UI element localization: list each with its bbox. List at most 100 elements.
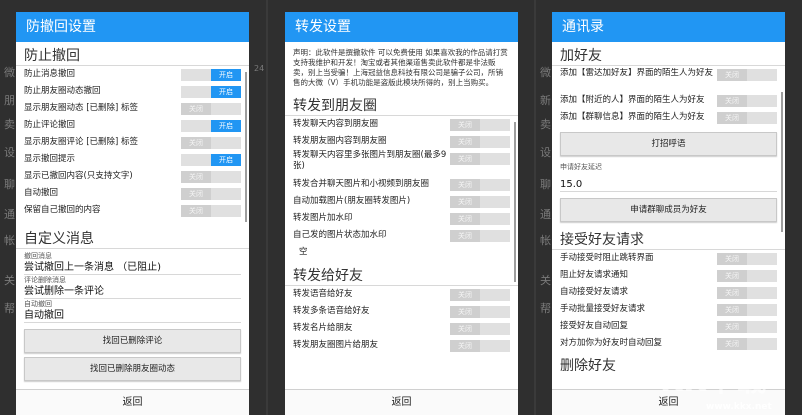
setting-toggle[interactable]: 开启 <box>181 69 241 81</box>
setting-toggle[interactable]: 关闭 <box>717 338 777 350</box>
setting-label: 手动接受时阻止跳转界面 <box>560 253 654 263</box>
toggle-state-text: 关闭 <box>450 119 480 131</box>
setting-row: 接受好友自动回复 关闭 <box>552 318 785 335</box>
setting-toggle[interactable]: 关闭 <box>717 304 777 316</box>
setting-label: 手动批量接受好友请求 <box>560 304 646 314</box>
setting-row: 转发多条语音给好友 关闭 <box>285 303 518 320</box>
setting-label: 防止消息撤回 <box>24 69 76 79</box>
setting-label: 显示已撤回内容(只支持文字) <box>24 171 133 181</box>
setting-label: 显示朋友圈评论 [已删除] 标签 <box>24 137 139 147</box>
setting-row: 转发朋友圈内容到朋友圈 关闭 <box>285 133 518 150</box>
setting-label: 转发合并聊天图片和小视频到朋友圈 <box>293 179 430 189</box>
setting-toggle[interactable]: 关闭 <box>181 171 241 183</box>
setting-label: 自动加载图片(朋友圈转发图片) <box>293 196 411 206</box>
setting-toggle[interactable]: 关闭 <box>181 205 241 217</box>
setting-toggle[interactable]: 关闭 <box>450 289 510 301</box>
setting-row: 添加【附近的人】界面的陌生人为好友 关闭 <box>552 92 785 109</box>
setting-row: 自动加载图片(朋友圈转发图片) 关闭 <box>285 193 518 210</box>
toggle-state-text: 关闭 <box>450 340 480 352</box>
field-label: 撤回消息 <box>24 252 52 260</box>
setting-row: 显示撤回提示 开启 <box>16 151 249 168</box>
toggle-state-text: 关闭 <box>450 179 480 191</box>
setting-toggle[interactable]: 关闭 <box>450 340 510 352</box>
setting-toggle[interactable]: 关闭 <box>450 213 510 225</box>
setting-toggle[interactable]: 关闭 <box>450 119 510 131</box>
setting-label: 自动接受好友请求 <box>560 287 629 297</box>
toggle-state-text: 关闭 <box>181 188 211 200</box>
setting-label: 转发图片加水印 <box>293 213 353 223</box>
bg-label: 微 <box>4 66 15 79</box>
request-group-members-button[interactable]: 申请群聊成员为好友 <box>560 198 777 222</box>
setting-toggle[interactable]: 关闭 <box>717 69 777 81</box>
recover-deleted-moments-button[interactable]: 找回已删除朋友圈动态 <box>24 357 241 381</box>
dialog-title: 通讯录 <box>552 12 785 42</box>
scrollbar[interactable] <box>514 122 516 282</box>
recover-deleted-comments-button[interactable]: 找回已删除评论 <box>24 329 241 353</box>
greeting-button[interactable]: 打招呼语 <box>560 132 777 156</box>
setting-row: 显示已撤回内容(只支持文字) 关闭 <box>16 168 249 185</box>
setting-toggle[interactable]: 开启 <box>181 86 241 98</box>
bg-label: 设 <box>4 146 15 159</box>
setting-row: 添加【雷达加好友】界面的陌生人为好友 关闭 <box>552 66 785 92</box>
toggle-state-text: 关闭 <box>450 289 480 301</box>
setting-toggle[interactable]: 关闭 <box>450 323 510 335</box>
bg-label: 卖 <box>540 118 551 131</box>
setting-row: 对方加你为好友时自动回复 关闭 <box>552 335 785 352</box>
setting-label: 添加【雷达加好友】界面的陌生人为好友 <box>560 68 714 78</box>
toggle-state-text: 关闭 <box>717 338 747 350</box>
toggle-state-text: 关闭 <box>450 323 480 335</box>
setting-toggle[interactable]: 关闭 <box>181 103 241 115</box>
setting-row: 转发图片加水印 关闭 <box>285 210 518 227</box>
setting-toggle[interactable]: 关闭 <box>450 306 510 318</box>
setting-toggle[interactable]: 开启 <box>181 154 241 166</box>
setting-toggle[interactable]: 关闭 <box>717 112 777 124</box>
setting-label: 保留自己撤回的内容 <box>24 205 101 215</box>
bg-label: 帮 <box>540 302 551 315</box>
setting-label: 阻止好友请求通知 <box>560 270 629 280</box>
back-button[interactable]: 返回 <box>285 389 518 415</box>
setting-row: 转发聊天内容里多张图片到朋友圈(最多9张) 关闭 <box>285 150 518 176</box>
comment-delete-message-field[interactable]: 尝试删除一条评论 <box>24 285 241 299</box>
bg-label: 24 <box>254 64 265 73</box>
setting-row: 防止朋友圈动态撤回 开启 <box>16 83 249 100</box>
forward-settings-dialog: 转发设置 声明：此软件是撰撒软件 可以免费使用 如果喜欢我的作品请打赏支持我维护… <box>285 12 518 415</box>
setting-toggle[interactable]: 关闭 <box>450 196 510 208</box>
setting-toggle[interactable]: 关闭 <box>717 95 777 107</box>
setting-label: 转发朋友圈图片给朋友 <box>293 340 379 350</box>
setting-label: 对方加你为好友时自动回复 <box>560 338 663 348</box>
scrollbar[interactable] <box>245 72 247 222</box>
setting-toggle[interactable]: 关闭 <box>717 321 777 333</box>
auto-recall-message-field[interactable]: 自动撤回 <box>24 309 241 323</box>
setting-toggle[interactable]: 关闭 <box>717 287 777 299</box>
dialog-title: 转发设置 <box>285 12 518 42</box>
setting-row: 转发合并聊天图片和小视频到朋友圈 关闭 <box>285 176 518 193</box>
setting-toggle[interactable]: 关闭 <box>181 188 241 200</box>
friend-delay-field[interactable]: 15.0 <box>560 178 777 192</box>
recall-message-field[interactable]: 尝试撤回上一条消息 （已阻止) <box>24 261 241 275</box>
empty-placeholder: 空 <box>299 247 308 257</box>
setting-label: 转发聊天内容里多张图片到朋友圈(最多9张) <box>293 150 447 171</box>
setting-row: 自动接受好友请求 关闭 <box>552 284 785 301</box>
setting-label: 显示朋友圈动态 [已删除] 标签 <box>24 103 139 113</box>
setting-toggle[interactable]: 关闭 <box>450 136 510 148</box>
setting-label: 显示撤回提示 <box>24 154 76 164</box>
setting-toggle[interactable]: 开启 <box>181 120 241 132</box>
setting-toggle[interactable]: 关闭 <box>450 153 510 165</box>
setting-toggle[interactable]: 关闭 <box>717 253 777 265</box>
setting-toggle[interactable]: 关闭 <box>181 137 241 149</box>
setting-label: 防止评论撤回 <box>24 120 76 130</box>
setting-toggle[interactable]: 关闭 <box>717 270 777 282</box>
bg-label: 帐 <box>540 234 551 247</box>
setting-label: 转发多条语音给好友 <box>293 306 370 316</box>
setting-label: 转发朋友圈内容到朋友圈 <box>293 136 387 146</box>
toggle-state-text: 开启 <box>211 120 241 132</box>
bg-label: 通 <box>4 208 15 221</box>
setting-row: 手动接受时阻止跳转界面 关闭 <box>552 250 785 267</box>
back-button[interactable]: 返回 <box>16 389 249 415</box>
setting-row: 显示朋友圈评论 [已删除] 标签 关闭 <box>16 134 249 151</box>
bg-label: 设 <box>540 146 551 159</box>
toggle-state-text: 关闭 <box>450 153 480 165</box>
setting-toggle[interactable]: 关闭 <box>450 179 510 191</box>
setting-toggle[interactable]: 关闭 <box>450 230 510 242</box>
scrollbar[interactable] <box>781 92 783 232</box>
